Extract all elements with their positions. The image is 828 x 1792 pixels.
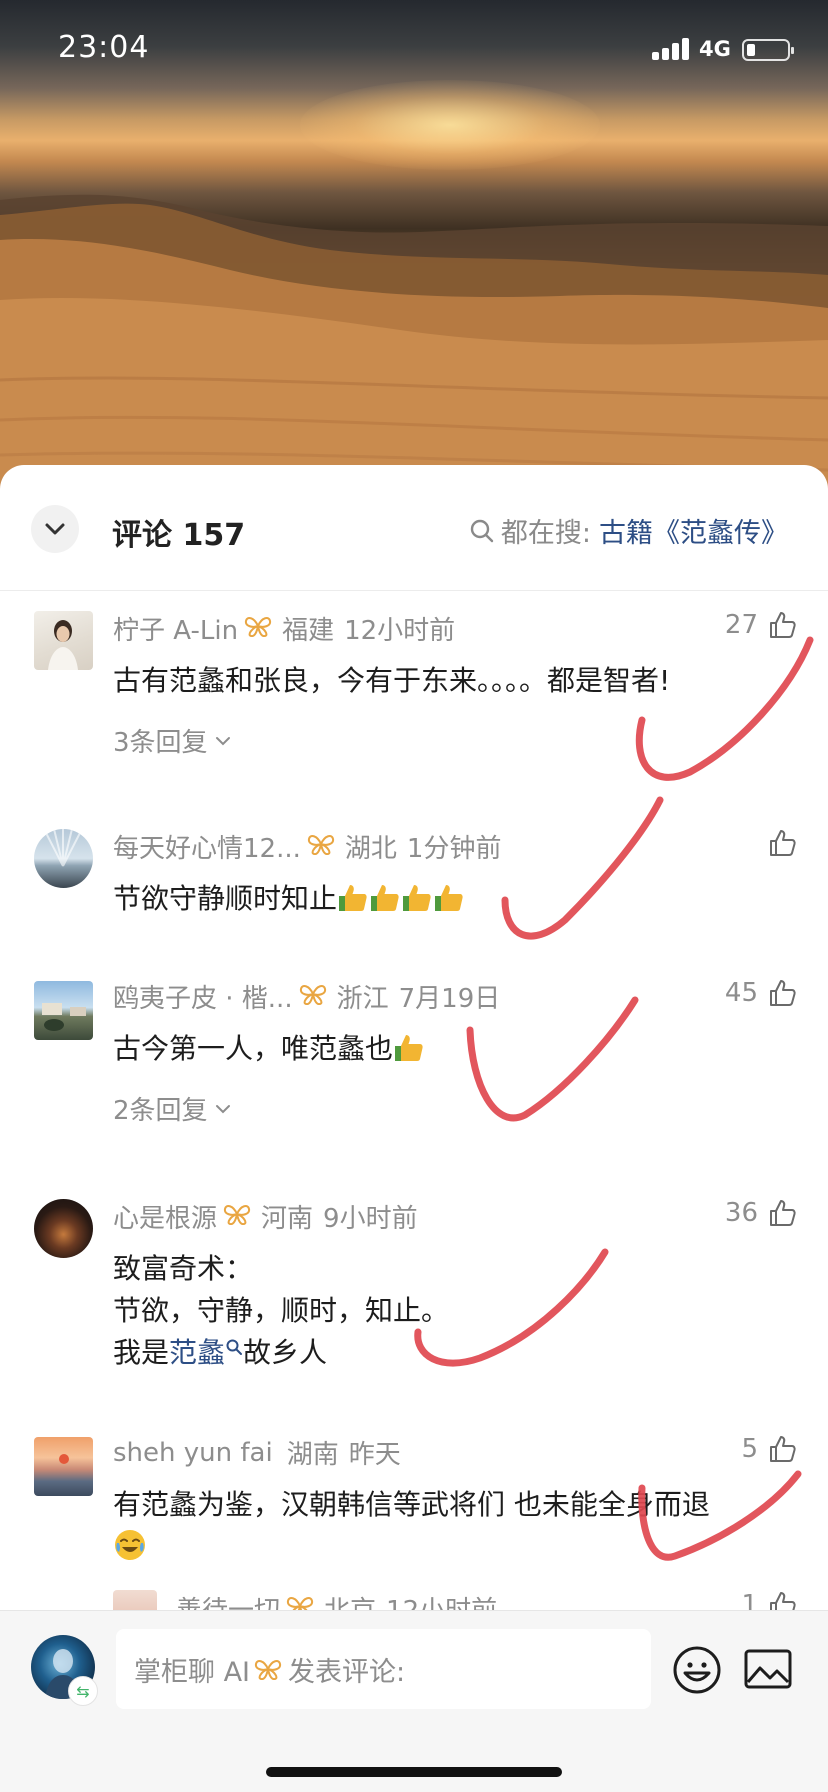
avatar[interactable] (34, 981, 93, 1040)
thumbs-up-icon (770, 1436, 796, 1462)
battery-icon (742, 39, 794, 61)
avatar[interactable] (34, 829, 93, 888)
laughing-crying-emoji-icon (115, 1530, 145, 1560)
chevron-down-icon (45, 523, 65, 535)
comment-text: 有范蠡为鉴，汉朝韩信等武将们 也未能全身而退 (113, 1484, 803, 1568)
comment-line: 节欲，守静，顺时，知止。 (113, 1294, 450, 1327)
timestamp: 1分钟前 (406, 834, 502, 864)
comment-line: 我是范蠡 故乡人 (113, 1332, 803, 1374)
thumbs-up-icon (770, 830, 796, 856)
comment-line: 致富奇术： (113, 1252, 254, 1285)
replies-count: 3条回复 (113, 728, 208, 758)
like-button[interactable]: 27 (725, 610, 798, 640)
location: 湖北 (344, 834, 397, 864)
comment-text-prefix: 我是 (113, 1336, 170, 1369)
replies-count: 2条回复 (113, 1096, 208, 1126)
thumbs-up-icon (770, 612, 796, 638)
chevron-down-icon (215, 1104, 230, 1113)
comment-composer: ⇆ 掌柜聊 AI 发表评论: (0, 1610, 828, 1792)
expand-replies-button[interactable]: 3条回复 (113, 722, 234, 759)
like-button[interactable]: 5 (741, 1434, 798, 1464)
thumbs-up-emoji-icon (395, 1035, 423, 1061)
search-icon (226, 1339, 243, 1355)
username[interactable]: 柠子 A-Lin (113, 610, 238, 647)
switch-identity-icon[interactable]: ⇆ (68, 1676, 98, 1706)
trending-search[interactable]: 都在搜: 古籍《范蠡传》 (469, 511, 788, 550)
signal-icon (652, 38, 692, 60)
username[interactable]: 鸥夷子皮 · 楷... (113, 978, 293, 1015)
avatar[interactable] (34, 1199, 93, 1258)
thumbs-up-emoji-icon (435, 885, 463, 911)
location: 湖南 (286, 1440, 339, 1470)
location: 浙江 (336, 984, 389, 1014)
collapse-button[interactable] (31, 505, 79, 553)
timestamp: 7月19日 (398, 984, 501, 1014)
status-bar: 23:04 4G (0, 0, 828, 100)
butterfly-badge-icon (244, 614, 272, 644)
avatar-sky (43, 829, 83, 867)
comment-text: 致富奇术： 节欲，守静，顺时，知止。 我是范蠡 故乡人 (113, 1248, 803, 1374)
comment-meta: 每天好心情12... 湖北 1分钟前 (113, 828, 501, 865)
comments-title: 评论 157 (112, 518, 246, 553)
like-count: 27 (724, 610, 758, 640)
butterfly-badge-icon (223, 1202, 251, 1232)
comment-text: 古有范蠡和张良，今有于东来。。。。都是智者! (113, 664, 671, 697)
avatar[interactable] (34, 611, 93, 670)
username[interactable]: sheh yun fai (113, 1438, 273, 1468)
input-placeholder: 发表评论: (288, 1656, 406, 1688)
chevron-down-icon (215, 736, 230, 745)
butterfly-badge-icon (299, 982, 327, 1012)
home-indicator (266, 1767, 562, 1777)
like-button[interactable]: 45 (725, 978, 798, 1008)
like-count: 45 (724, 978, 758, 1008)
keyword-search-link[interactable]: 范蠡 (169, 1336, 225, 1369)
like-button[interactable] (758, 828, 798, 858)
avatar-sunset (59, 1454, 69, 1464)
butterfly-badge-icon (307, 832, 335, 862)
like-button[interactable]: 36 (725, 1198, 798, 1228)
network-type: 4G (699, 37, 731, 61)
comment-meta: sheh yun fai 湖南 昨天 (113, 1434, 401, 1471)
thumbs-up-emoji-icon (339, 885, 367, 911)
status-time: 23:04 (58, 30, 150, 65)
timestamp: 9小时前 (323, 1204, 418, 1234)
comment-text-content: 节欲守静顺时知止 (113, 882, 338, 915)
expand-replies-button[interactable]: 2条回复 (113, 1090, 234, 1127)
avatar[interactable] (34, 1437, 93, 1496)
thumbs-up-emoji-icon (403, 885, 431, 911)
avatar-landscape (42, 1003, 86, 1031)
location: 福建 (282, 616, 335, 646)
comment-text-content: 有范蠡为鉴，汉朝韩信等武将们 也未能全身而退 (113, 1488, 710, 1521)
comment-text: 古今第一人，唯范蠡也 (113, 1028, 803, 1070)
timestamp: 昨天 (348, 1440, 401, 1470)
comment-meta: 柠子 A-Lin 福建 12小时前 (113, 610, 455, 647)
search-label: 都在搜: (500, 518, 591, 549)
avatar-portrait (48, 620, 78, 670)
username[interactable]: 每天好心情12... (113, 828, 301, 865)
search-icon (470, 519, 494, 542)
comment-meta: 心是根源 河南 9小时前 (113, 1198, 418, 1235)
username[interactable]: 心是根源 (113, 1198, 217, 1235)
thumbs-up-icon (770, 980, 796, 1006)
comment-input[interactable]: 掌柜聊 AI 发表评论: (116, 1629, 651, 1709)
comment-text-content: 古今第一人，唯范蠡也 (113, 1032, 394, 1065)
thumbs-up-emoji-icon (371, 885, 399, 911)
smiley-icon[interactable] (672, 1645, 722, 1695)
comments-header: 评论 157 都在搜: 古籍《范蠡传》 (0, 465, 828, 591)
timestamp: 12小时前 (344, 616, 456, 646)
thumbs-up-icon (770, 1200, 796, 1226)
butterfly-badge-icon (254, 1660, 282, 1680)
ai-assistant-name: 掌柜聊 AI (134, 1656, 251, 1688)
comment-text: 节欲守静顺时知止 (113, 878, 803, 920)
image-icon[interactable] (744, 1648, 792, 1690)
like-count: 36 (724, 1198, 758, 1228)
comment-meta: 鸥夷子皮 · 楷... 浙江 7月19日 (113, 978, 500, 1015)
comment-text-suffix: 故乡人 (243, 1336, 328, 1369)
like-count: 5 (741, 1434, 758, 1464)
location: 河南 (261, 1204, 314, 1234)
search-link[interactable]: 古籍《范蠡传》 (599, 511, 788, 550)
